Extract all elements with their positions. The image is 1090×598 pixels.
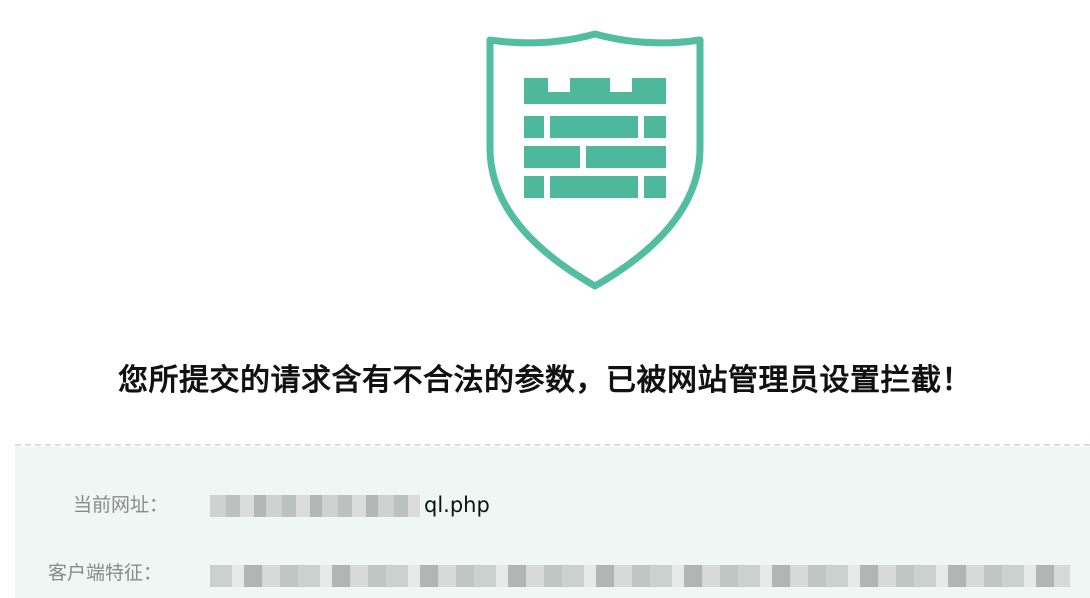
castle-shield-icon — [486, 30, 704, 292]
redacted-client-mask — [210, 565, 1070, 587]
request-details-panel: 当前网址： ql.php 客户端特征： — [15, 447, 1090, 598]
redacted-url-mask — [210, 495, 420, 517]
client-signature-label: 客户端特征： — [48, 562, 163, 584]
dashed-divider — [15, 444, 1090, 446]
block-message: 您所提交的请求含有不合法的参数，已被网站管理员设置拦截！ — [118, 363, 972, 398]
url-visible-tail: ql.php — [424, 493, 490, 517]
current-url-label: 当前网址： — [73, 494, 169, 516]
